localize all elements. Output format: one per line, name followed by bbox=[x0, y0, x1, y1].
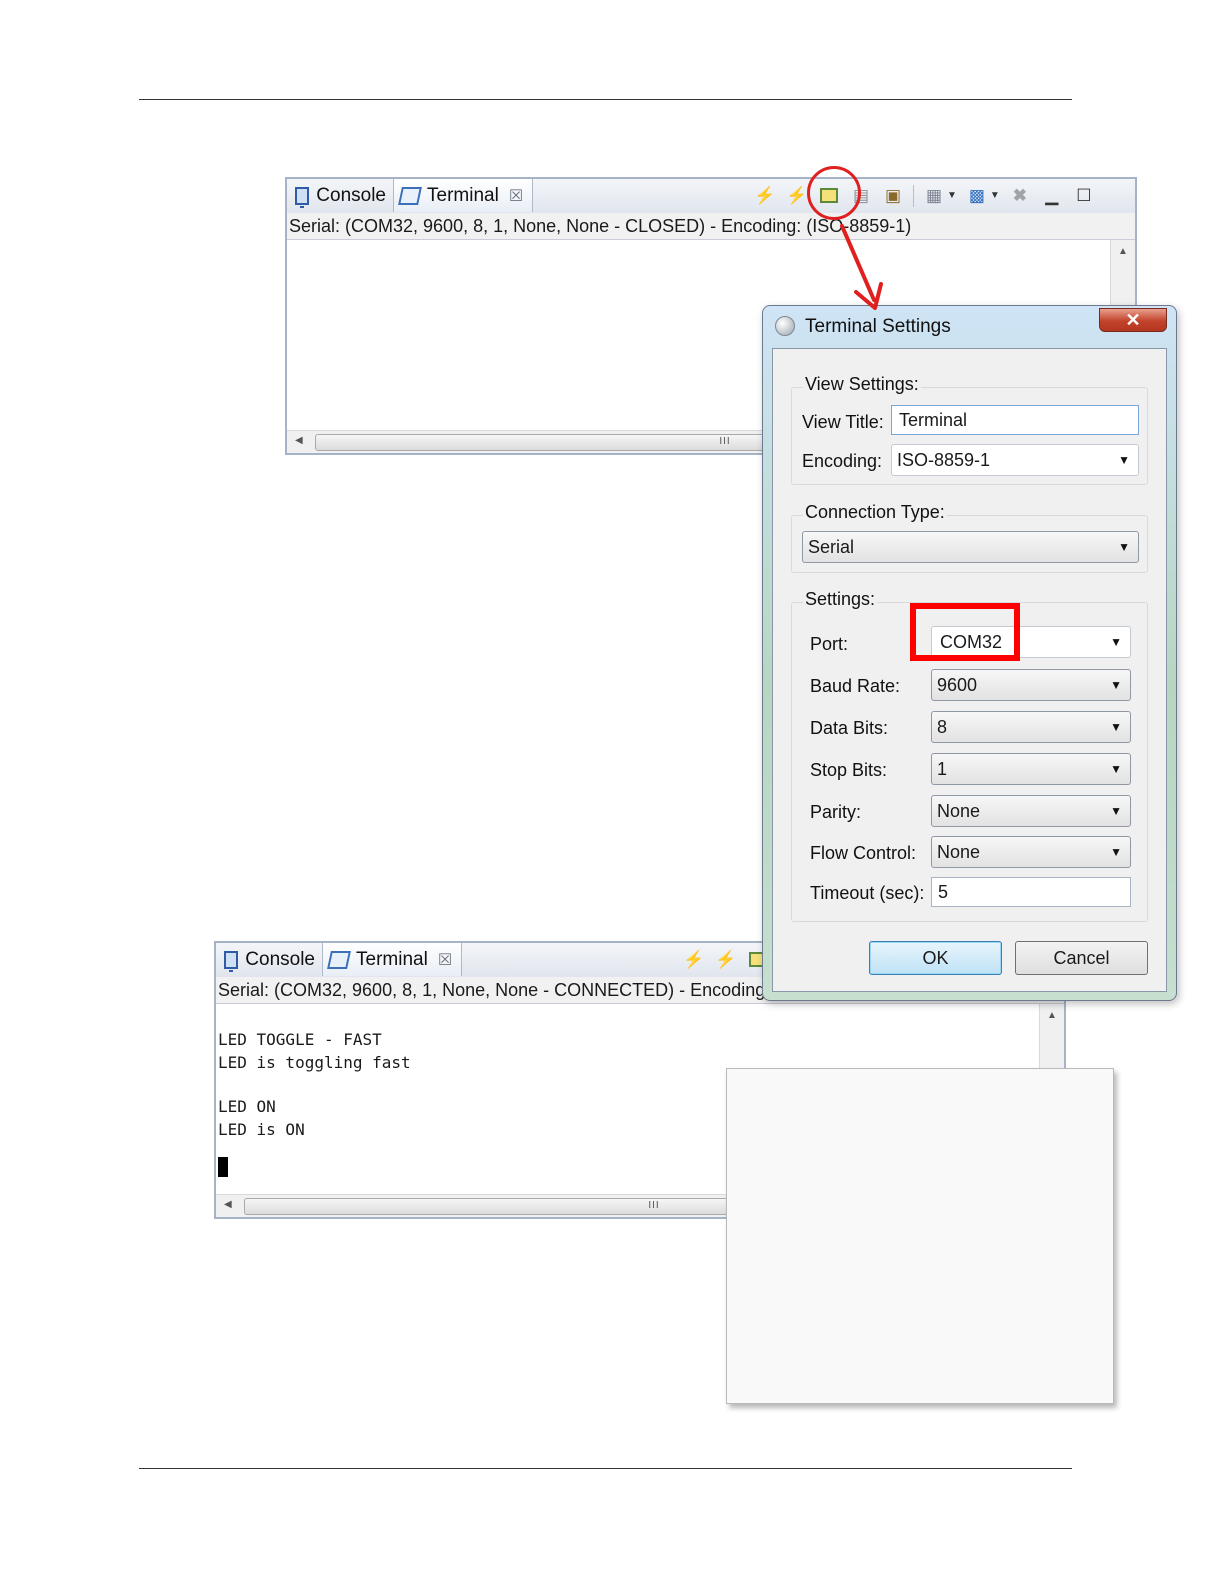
parity-select[interactable]: None ▼ bbox=[931, 795, 1131, 827]
tab-terminal-label: Terminal bbox=[427, 184, 499, 206]
scroll-up-icon[interactable]: ▲ bbox=[1047, 1010, 1057, 1021]
display-selected-icon[interactable]: ▦ bbox=[923, 185, 945, 207]
chevron-down-icon: ▼ bbox=[1110, 678, 1122, 692]
connection-type-value: Serial bbox=[808, 537, 855, 557]
encoding-label: Encoding: bbox=[802, 451, 883, 471]
tab-terminal[interactable]: Terminal ☒ bbox=[322, 943, 462, 976]
cancel-button[interactable]: Cancel bbox=[1015, 941, 1148, 975]
chevron-down-icon[interactable]: ▼ bbox=[990, 190, 1000, 201]
connection-type-select[interactable]: Serial ▼ bbox=[802, 531, 1139, 563]
close-tab-icon[interactable]: ☒ bbox=[438, 950, 452, 970]
parity-label: Parity: bbox=[810, 802, 862, 822]
chevron-down-icon: ▼ bbox=[1118, 453, 1130, 467]
data-bits-value: 8 bbox=[937, 717, 948, 737]
tab-console-label: Console bbox=[316, 184, 386, 206]
flow-control-value: None bbox=[937, 842, 981, 862]
timeout-input[interactable]: 5 bbox=[931, 877, 1131, 907]
view-tabbar: Console Terminal ☒ ⚡ ⚡ ▤ ▣ ▦ ▼ ▩ ▼ ✖ ▁ ☐ bbox=[287, 179, 1135, 214]
output-line: LED TOGGLE - FAST bbox=[218, 1030, 382, 1049]
highlight-ring bbox=[807, 166, 861, 220]
highlight-box bbox=[910, 603, 1020, 661]
stop-bits-select[interactable]: 1 ▼ bbox=[931, 753, 1131, 785]
blank-overlay-card bbox=[726, 1068, 1114, 1404]
terminal-icon bbox=[327, 950, 351, 969]
baud-rate-label: Baud Rate: bbox=[810, 676, 901, 696]
dialog-title: Terminal Settings bbox=[805, 316, 951, 337]
baud-rate-select[interactable]: 9600 ▼ bbox=[931, 669, 1131, 701]
encoding-select[interactable]: ISO-8859-1 ▼ bbox=[891, 444, 1139, 476]
chevron-down-icon: ▼ bbox=[1118, 540, 1130, 554]
scroll-left-icon[interactable]: ◀ bbox=[224, 1199, 232, 1210]
port-label: Port: bbox=[810, 634, 849, 654]
view-toolbar: ⚡ ⚡ ▤ ▣ ▦ ▼ ▩ ▼ ✖ ▁ ☐ bbox=[749, 179, 1100, 212]
data-bits-select[interactable]: 8 ▼ bbox=[931, 711, 1131, 743]
group-label: Settings: bbox=[803, 589, 878, 610]
dialog-titlebar[interactable]: Terminal Settings ✕ bbox=[763, 306, 1176, 346]
connect-icon[interactable]: ⚡ bbox=[754, 185, 776, 207]
chevron-down-icon: ▼ bbox=[1110, 762, 1122, 776]
text-cursor bbox=[218, 1156, 228, 1177]
group-label: Connection Type: bbox=[803, 502, 947, 523]
close-tab-icon[interactable]: ☒ bbox=[509, 186, 523, 206]
annotation-arrow bbox=[840, 224, 883, 310]
chevron-down-icon[interactable]: ▼ bbox=[947, 190, 957, 201]
stop-bits-value: 1 bbox=[937, 759, 948, 779]
page-rule-top bbox=[139, 99, 1072, 100]
console-icon bbox=[295, 186, 310, 208]
terminal-icon bbox=[398, 186, 422, 205]
stop-bits-label: Stop Bits: bbox=[810, 760, 888, 780]
maximize-icon[interactable]: ☐ bbox=[1073, 185, 1095, 207]
group-label: View Settings: bbox=[803, 374, 921, 395]
connection-status: Serial: (COM32, 9600, 8, 1, None, None -… bbox=[287, 213, 1135, 240]
tab-console-label: Console bbox=[245, 948, 315, 970]
view-toolbar: ⚡ ⚡ bbox=[678, 943, 774, 976]
chevron-down-icon: ▼ bbox=[1110, 720, 1122, 734]
flow-control-label: Flow Control: bbox=[810, 843, 917, 863]
timeout-label: Timeout (sec): bbox=[810, 883, 925, 903]
dialog-body: View Settings: View Title: Terminal Enco… bbox=[772, 348, 1167, 992]
chevron-down-icon: ▼ bbox=[1110, 845, 1122, 859]
baud-rate-value: 9600 bbox=[937, 675, 978, 695]
chevron-down-icon: ▼ bbox=[1110, 804, 1122, 818]
view-title-label: View Title: bbox=[802, 412, 884, 432]
tab-terminal-label: Terminal bbox=[356, 948, 428, 970]
encoding-value: ISO-8859-1 bbox=[897, 450, 991, 470]
tab-terminal[interactable]: Terminal ☒ bbox=[393, 179, 533, 212]
view-title-input[interactable]: Terminal bbox=[891, 405, 1139, 435]
clear-icon[interactable]: ▣ bbox=[882, 185, 904, 207]
page-rule-bottom bbox=[139, 1468, 1072, 1469]
disconnect-icon[interactable]: ⚡ bbox=[715, 949, 737, 971]
flow-control-select[interactable]: None ▼ bbox=[931, 836, 1131, 868]
new-terminal-icon[interactable]: ▩ bbox=[966, 185, 988, 207]
toolbar-separator bbox=[913, 184, 914, 207]
close-button[interactable]: ✕ bbox=[1099, 308, 1167, 332]
tab-console[interactable]: Console bbox=[218, 943, 321, 976]
data-bits-label: Data Bits: bbox=[810, 718, 889, 738]
minimize-icon[interactable]: ▁ bbox=[1041, 185, 1063, 207]
chevron-down-icon: ▼ bbox=[1110, 635, 1122, 649]
console-icon bbox=[224, 950, 239, 972]
connect-icon[interactable]: ⚡ bbox=[683, 949, 705, 971]
scroll-left-icon[interactable]: ◀ bbox=[295, 435, 303, 446]
scroll-up-icon[interactable]: ▲ bbox=[1118, 246, 1128, 257]
ok-button[interactable]: OK bbox=[869, 941, 1002, 975]
parity-value: None bbox=[937, 801, 981, 821]
remove-icon[interactable]: ✖ bbox=[1009, 185, 1031, 207]
app-icon bbox=[775, 316, 795, 336]
tab-console[interactable]: Console bbox=[289, 179, 392, 212]
disconnect-icon[interactable]: ⚡ bbox=[786, 185, 808, 207]
